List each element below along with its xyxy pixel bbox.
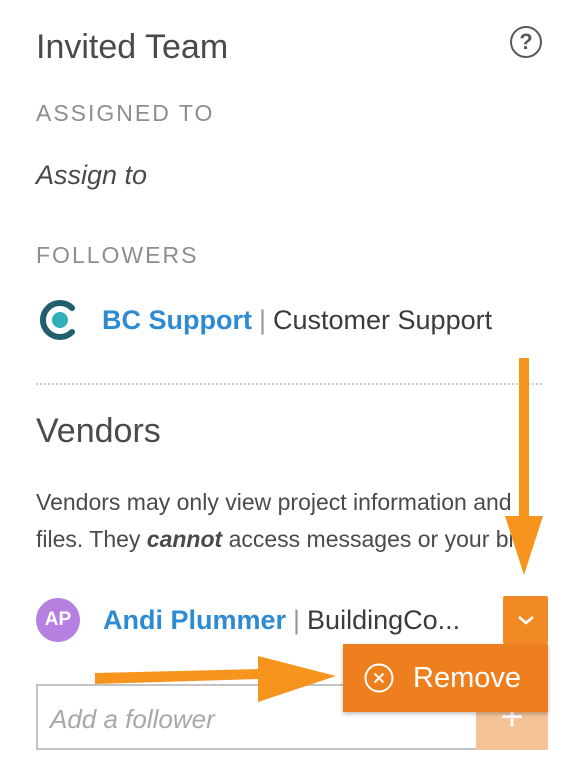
remove-label: Remove [413,661,521,694]
desc-end: access messages or your bid. [222,526,533,552]
separator: | [293,604,301,635]
chevron-down-icon [517,616,534,625]
vendor-item: AP Andi Plummer | BuildingCo... [36,598,460,642]
vendor-name-link[interactable]: Andi Plummer [103,605,286,636]
divider [36,383,542,385]
bc-logo-icon [39,300,75,340]
close-circle-icon [364,663,394,693]
separator: | [258,304,266,335]
vendor-company: BuildingCo... [307,604,461,635]
panel-title: Invited Team [36,28,229,66]
follower-role: Customer Support [273,304,493,335]
avatar: AP [36,598,80,642]
vendors-title: Vendors [36,412,161,450]
assigned-to-label: ASSIGNED TO [36,100,215,126]
desc-emphasis: cannot [146,526,223,552]
follower-name-link[interactable]: BC Support [102,305,252,336]
vendors-description: Vendors may only view project informatio… [36,484,551,558]
vendor-dropdown-button[interactable] [503,596,548,644]
question-circle-icon[interactable]: ? [510,26,542,58]
follower-item: BC Support | Customer Support [36,298,492,342]
followers-label: FOLLOWERS [36,242,199,268]
remove-menu-item[interactable]: Remove [343,644,548,712]
assign-to-field[interactable]: Assign to [36,160,147,191]
